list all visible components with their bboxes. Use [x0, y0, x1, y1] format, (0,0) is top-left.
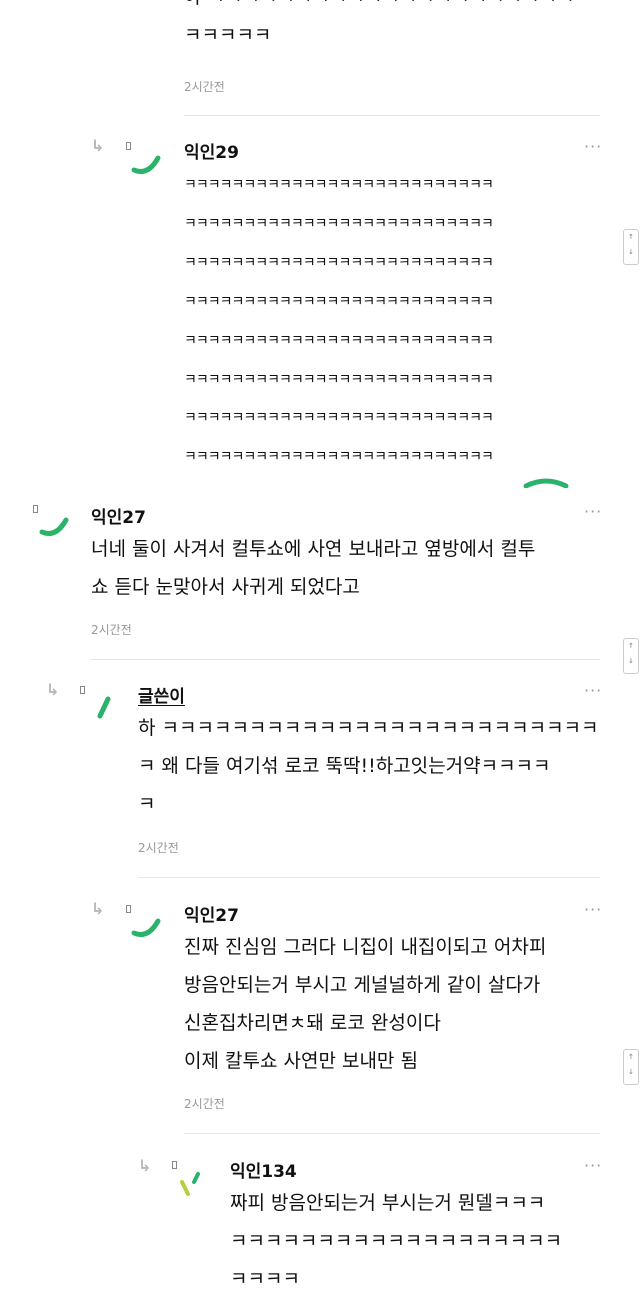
comment-body: 짜피 방음안되는거 부시는거 뭔델ㅋㅋㅋ ㅋㅋㅋㅋㅋㅋㅋㅋㅋㅋㅋㅋㅋㅋㅋㅋㅋㅋㅋ…	[230, 1192, 563, 1290]
comment-body: 하 ㅋㅋㅋㅋㅋㅋㅋㅋㅋㅋㅋㅋㅋㅋㅋㅋㅋㅋㅋㅋㅋㅋㅋㅋㅋ ㅋ 왜 다들 여기섞 로…	[138, 717, 599, 815]
author-nickname[interactable]: 글쓴이	[138, 682, 185, 707]
avatar	[39, 517, 69, 536]
scroll-buttons[interactable]: ↑ ↓	[623, 1049, 639, 1085]
more-options-icon[interactable]: ···	[584, 683, 602, 699]
comment-body: 진짜 진심임 그러다 니집이 내집이되고 어차피 방음안되는거 부시고 게널널하…	[184, 936, 547, 1072]
nickname[interactable]: 익인29	[184, 138, 239, 163]
divider	[91, 659, 600, 660]
comment-body: ㅋㅋㅋㅋㅋㅋㅋㅋㅋㅋㅋㅋㅋㅋㅋㅋㅋㅋㅋㅋㅋㅋㅋㅋㅋㅋ ㅋㅋㅋㅋㅋㅋㅋㅋㅋㅋㅋㅋㅋ…	[184, 177, 494, 460]
more-options-icon[interactable]: ···	[584, 504, 602, 520]
badge-icon	[80, 686, 85, 694]
scroll-down-icon[interactable]: ↓	[624, 654, 638, 669]
comment-time: 2시간전	[91, 623, 132, 637]
scroll-up-icon[interactable]: ↑	[624, 230, 638, 245]
nickname[interactable]: 익인134	[230, 1157, 297, 1182]
avatar	[523, 478, 569, 488]
avatar	[131, 918, 161, 937]
scroll-down-icon[interactable]: ↓	[624, 245, 638, 260]
reply-arrow-icon: ↳	[138, 1156, 152, 1175]
comment-time: 2시간전	[184, 80, 225, 94]
nickname[interactable]: 익인27	[91, 503, 146, 528]
reply-arrow-icon: ↳	[91, 899, 105, 918]
comment-body: 너네 둘이 사겨서 컬투쇼에 사연 보내라고 옆방에서 컬투 쇼 듣다 눈맞아서…	[91, 538, 536, 598]
more-options-icon[interactable]: ···	[584, 139, 602, 155]
scroll-buttons[interactable]: ↑ ↓	[623, 229, 639, 265]
divider	[184, 1133, 600, 1134]
more-options-icon[interactable]: ···	[584, 902, 602, 918]
comment-time: 2시간전	[184, 1097, 225, 1111]
divider	[138, 877, 600, 878]
reply-arrow-icon: ↳	[91, 136, 105, 155]
comment-time: 2시간전	[138, 841, 179, 855]
nickname[interactable]: 익인27	[184, 901, 239, 926]
scroll-down-icon[interactable]: ↓	[624, 1065, 638, 1080]
avatar	[180, 1172, 200, 1196]
avatar	[97, 696, 111, 719]
more-options-icon[interactable]: ···	[584, 1158, 602, 1174]
scroll-buttons[interactable]: ↑ ↓	[623, 638, 639, 674]
comment-body: 아 ㅋㅋㅋㅋㅋㅋㅋㅋㅋㅋㅋㅋㅋㅋㅋㅋㅋㅋㅋㅋㅋ ㅋㅋㅋㅋㅋ	[184, 0, 575, 46]
avatar	[131, 155, 161, 174]
scroll-up-icon[interactable]: ↑	[624, 1050, 638, 1065]
reply-arrow-icon: ↳	[46, 680, 60, 699]
divider	[184, 115, 600, 116]
scroll-up-icon[interactable]: ↑	[624, 639, 638, 654]
